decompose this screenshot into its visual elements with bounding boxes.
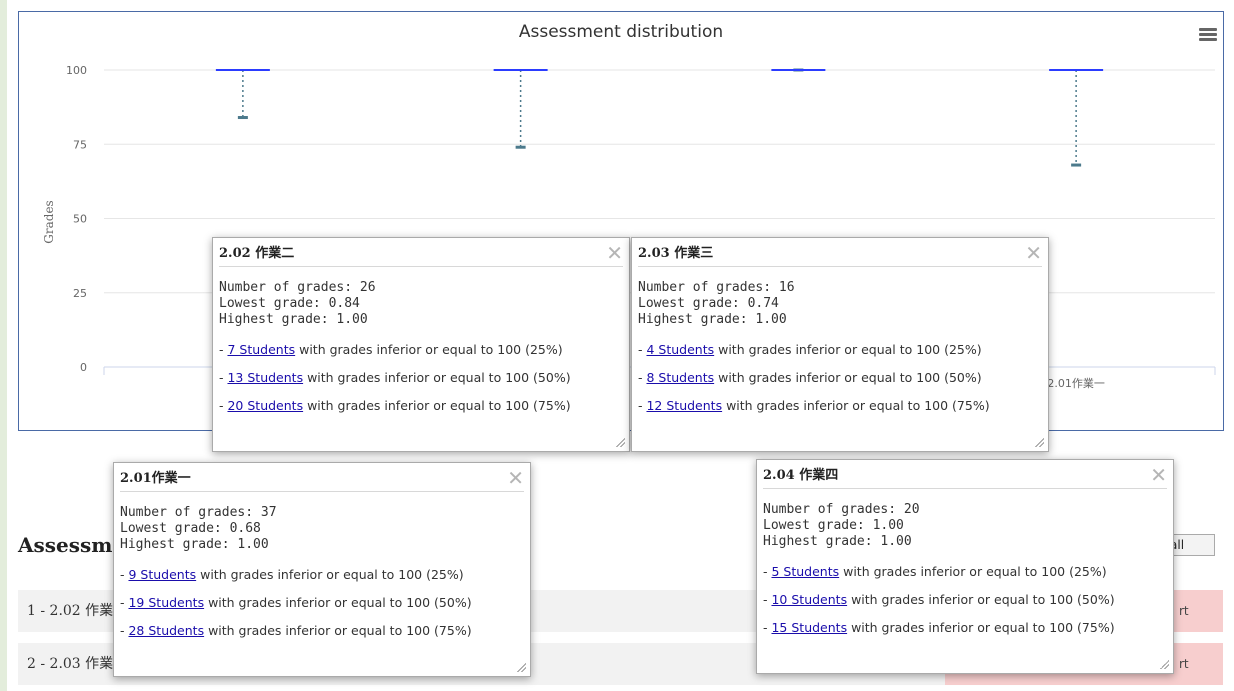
- students-link[interactable]: 13 Students: [227, 370, 303, 385]
- student-link-row: - 20 Students with grades inferior or eq…: [219, 398, 571, 413]
- students-link[interactable]: 15 Students: [771, 620, 847, 635]
- student-link-row: - 10 Students with grades inferior or eq…: [763, 592, 1115, 607]
- student-link-row: - 9 Students with grades inferior or equ…: [120, 567, 464, 582]
- popup-links: - 7 Students with grades inferior or equ…: [219, 342, 571, 426]
- popup-stats: Number of grades: 20 Lowest grade: 1.00 …: [763, 502, 920, 549]
- page: Assessment distribution 0 25 50 75 100 Grades…: [7, 0, 1234, 691]
- students-link[interactable]: 12 Students: [646, 398, 722, 413]
- student-link-row: - 28 Students with grades inferior or eq…: [120, 623, 472, 638]
- close-icon[interactable]: ✕: [1150, 465, 1167, 485]
- students-link[interactable]: 7 Students: [227, 342, 295, 357]
- resize-handle-icon[interactable]: [615, 437, 625, 447]
- students-link[interactable]: 4 Students: [646, 342, 714, 357]
- student-link-row: - 13 Students with grades inferior or eq…: [219, 370, 571, 385]
- y-tick-label: 75: [73, 138, 87, 151]
- row-label: 1 - 2.02 作業: [27, 603, 114, 619]
- close-icon[interactable]: ✕: [507, 468, 524, 488]
- status-text: rt: [1179, 604, 1189, 618]
- row-label: 2 - 2.03 作業: [27, 656, 114, 672]
- box-plot-item: [215, 69, 270, 120]
- student-link-row: - 8 Students with grades inferior or equ…: [638, 370, 982, 385]
- student-link-row: - 12 Students with grades inferior or eq…: [638, 398, 990, 413]
- status-text: rt: [1179, 657, 1189, 671]
- students-link[interactable]: 10 Students: [771, 592, 847, 607]
- y-axis-title: Grades: [42, 200, 56, 243]
- student-link-row: - 19 Students with grades inferior or eq…: [120, 595, 472, 610]
- resize-handle-icon[interactable]: [1034, 437, 1044, 447]
- popup-title: 2.02 作業二 ✕: [219, 241, 623, 267]
- box-plot-item: [1049, 69, 1104, 167]
- popup-links: - 4 Students with grades inferior or equ…: [638, 342, 990, 426]
- y-tick-label: 0: [80, 361, 87, 374]
- y-tick-label: 25: [73, 287, 87, 300]
- y-tick-label: 50: [73, 213, 87, 226]
- grade-popup-2-02: 2.02 作業二 ✕ Number of grades: 26 Lowest g…: [212, 237, 630, 452]
- y-tick-label: 100: [66, 64, 87, 77]
- resize-handle-icon[interactable]: [516, 662, 526, 672]
- x-tick-label: 2.01作業一: [1047, 377, 1105, 390]
- grade-popup-2-03: 2.03 作業三 ✕ Number of grades: 16 Lowest g…: [631, 237, 1049, 452]
- popup-title: 2.03 作業三 ✕: [638, 241, 1042, 267]
- students-link[interactable]: 28 Students: [128, 623, 204, 638]
- box-plot-item: [493, 69, 548, 149]
- popup-stats: Number of grades: 26 Lowest grade: 0.84 …: [219, 280, 376, 327]
- grade-popup-2-04: 2.04 作業四 ✕ Number of grades: 20 Lowest g…: [756, 459, 1174, 674]
- close-icon[interactable]: ✕: [1025, 243, 1042, 263]
- student-link-row: - 15 Students with grades inferior or eq…: [763, 620, 1115, 635]
- grade-popup-2-01: 2.01作業一 ✕ Number of grades: 37 Lowest gr…: [113, 462, 531, 677]
- popup-stats: Number of grades: 37 Lowest grade: 0.68 …: [120, 505, 277, 552]
- close-icon[interactable]: ✕: [606, 243, 623, 263]
- section-title: Assessm: [18, 533, 113, 557]
- student-link-row: - 7 Students with grades inferior or equ…: [219, 342, 563, 357]
- popup-links: - 9 Students with grades inferior or equ…: [120, 567, 472, 651]
- resize-handle-icon[interactable]: [1159, 659, 1169, 669]
- students-link[interactable]: 19 Students: [128, 595, 204, 610]
- student-link-row: - 5 Students with grades inferior or equ…: [763, 564, 1107, 579]
- students-link[interactable]: 8 Students: [646, 370, 714, 385]
- popup-stats: Number of grades: 16 Lowest grade: 0.74 …: [638, 280, 795, 327]
- popup-title: 2.04 作業四 ✕: [763, 463, 1167, 489]
- students-link[interactable]: 9 Students: [128, 567, 196, 582]
- popup-title: 2.01作業一 ✕: [120, 466, 524, 492]
- popup-links: - 5 Students with grades inferior or equ…: [763, 564, 1115, 648]
- students-link[interactable]: 5 Students: [771, 564, 839, 579]
- students-link[interactable]: 20 Students: [227, 398, 303, 413]
- student-link-row: - 4 Students with grades inferior or equ…: [638, 342, 982, 357]
